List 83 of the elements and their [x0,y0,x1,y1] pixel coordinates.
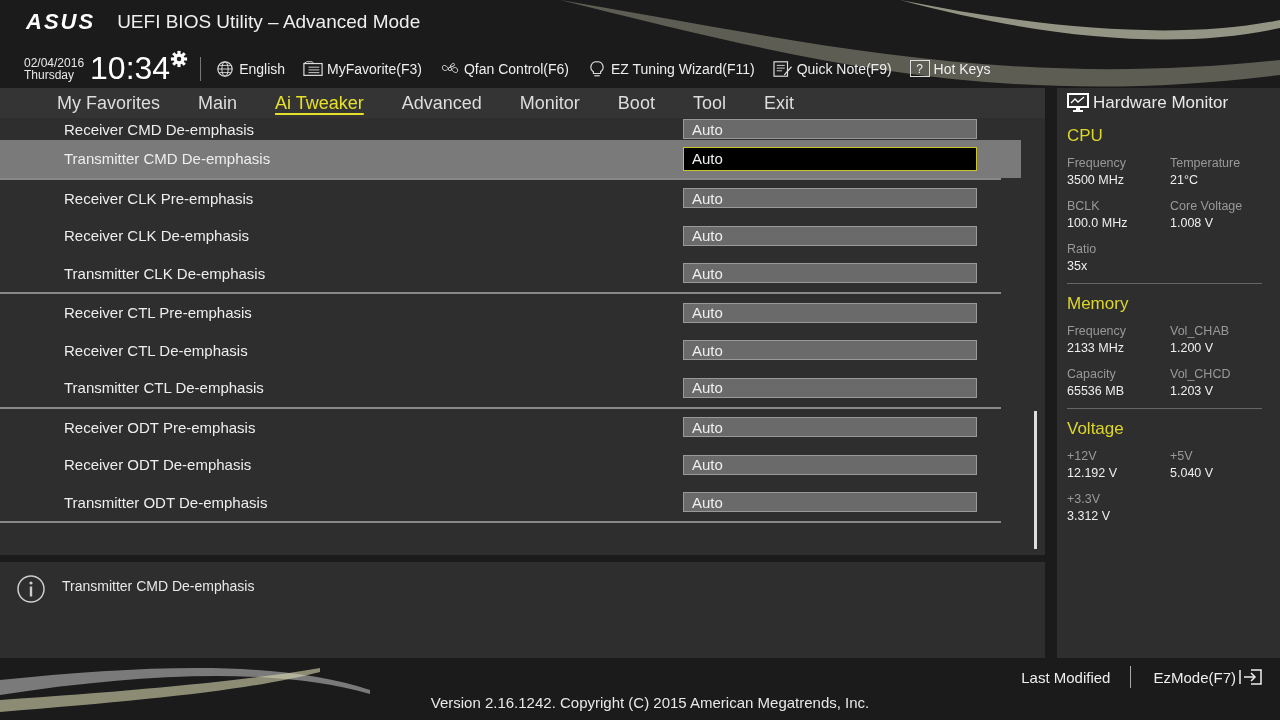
setting-row[interactable]: Transmitter ODT De-emphasis Auto [0,483,1021,521]
setting-row[interactable]: Receiver CTL De-emphasis Auto [0,331,1021,369]
list-icon [303,59,324,78]
sensor-value: 1.008 V [1170,216,1215,230]
sensor-label: +3.3V [1067,492,1101,506]
sensor-value: 5.040 V [1170,466,1215,480]
monitor-icon [1067,93,1089,113]
sensor-value: 35x [1067,259,1089,273]
logo: ASUS [26,9,96,35]
menu-tab[interactable]: Tool [679,90,739,116]
sensor-label: Core Voltage [1170,199,1244,213]
setting-row[interactable]: Receiver CTL Pre-emphasis Auto [0,294,1021,332]
sensor-label: Ratio [1067,242,1098,256]
setting-row[interactable]: Transmitter CLK De-emphasis Auto [0,254,1021,292]
last-modified-button[interactable]: Last Modified [1021,668,1111,686]
sensor-label: Vol_CHAB [1170,324,1231,338]
section-title: Memory [1067,294,1130,314]
weekday: Thursday [24,68,76,81]
value-dropdown[interactable]: Auto [683,340,977,361]
value-dropdown[interactable]: Auto [683,302,977,323]
info-icon [16,574,46,604]
sensor-label: Capacity [1067,367,1117,381]
menu-tab[interactable]: Exit [750,90,807,116]
sensor-value: 1.200 V [1170,341,1215,355]
lightbulb-icon [587,59,607,78]
help-text: Transmitter CMD De-emphasis [62,577,255,594]
sensor-label: Frequency [1067,156,1128,170]
setting-row[interactable]: Receiver CMD De-emphasis Auto [0,118,1021,140]
setting-row[interactable]: Receiver ODT Pre-emphasis Auto [0,408,1021,446]
menu-tab[interactable]: Monitor [506,90,593,116]
toolbar-button[interactable]: English [215,59,286,78]
section-title: Voltage [1067,419,1125,439]
help-icon: ? [909,60,930,77]
value-dropdown[interactable]: Auto [683,454,977,475]
sensor-label: +5V [1170,449,1194,463]
globe-icon [215,59,236,78]
sensor-label: Vol_CHCD [1170,367,1232,381]
toolbar-button[interactable]: ? Hot Keys [909,60,991,77]
panel-title: Hardware Monitor [1093,93,1229,113]
settings-icon[interactable] [170,50,189,68]
setting-row[interactable]: Transmitter CTL De-emphasis Auto [0,369,1021,407]
sensor-label: Temperature [1170,156,1242,170]
value-dropdown[interactable]: Auto [683,417,977,438]
sensor-value: 21°C [1170,173,1199,187]
clock: 10:34 [90,50,171,87]
section-title: CPU [1067,126,1104,146]
menu-tab[interactable]: Main [185,90,251,116]
value-dropdown[interactable]: Auto [683,146,977,171]
setting-row[interactable]: Receiver CLK De-emphasis Auto [0,217,1021,255]
toolbar-button[interactable]: Quick Note(F9) [772,59,892,78]
toolbar-button[interactable]: Qfan Control(F6) [439,59,569,78]
sensor-value: 100.0 MHz [1067,216,1129,230]
sensor-label: +12V [1067,449,1098,463]
scrollbar[interactable] [1034,411,1037,549]
sensor-value: 3.312 V [1067,509,1112,523]
menu-tab[interactable]: Advanced [388,90,495,116]
value-dropdown[interactable]: Auto [683,263,977,284]
version-text: Version 2.16.1242. Copyright (C) 2015 American Megatrends, Inc. [429,694,871,711]
sensor-label: Frequency [1067,324,1128,338]
menu-tab[interactable]: Boot [604,90,668,116]
sensor-value: 12.192 V [1067,466,1119,480]
sensor-value: 3500 MHz [1067,173,1125,187]
setting-row[interactable]: Transmitter CMD De-emphasis Auto [0,140,1021,178]
window-title: UEFI BIOS Utility – Advanced Mode [117,11,421,33]
menu-tab[interactable]: Ai Tweaker [262,90,377,116]
sensor-value: 1.203 V [1170,384,1215,398]
note-icon [772,59,793,78]
value-dropdown[interactable]: Auto [683,492,977,513]
value-dropdown[interactable]: Auto [683,225,977,246]
setting-row[interactable]: Receiver CLK Pre-emphasis Auto [0,179,1021,217]
menu-tab[interactable]: My Favorites [44,90,174,116]
value-dropdown[interactable]: Auto [683,377,977,398]
ez-mode-button[interactable]: EzMode(F7) [1153,668,1264,686]
value-dropdown[interactable]: Auto [683,188,977,209]
sensor-label: BCLK [1067,199,1101,213]
date: 02/04/2016 [24,56,85,69]
sensor-value: 2133 MHz [1067,341,1125,355]
sensor-value: 65536 MB [1067,384,1125,398]
value-dropdown[interactable]: Auto [683,119,977,139]
exit-icon [1238,668,1264,686]
toolbar-button[interactable]: EZ Tuning Wizard(F11) [587,59,755,78]
setting-row[interactable]: Receiver ODT De-emphasis Auto [0,446,1021,484]
toolbar-button[interactable]: MyFavorite(F3) [303,59,422,78]
